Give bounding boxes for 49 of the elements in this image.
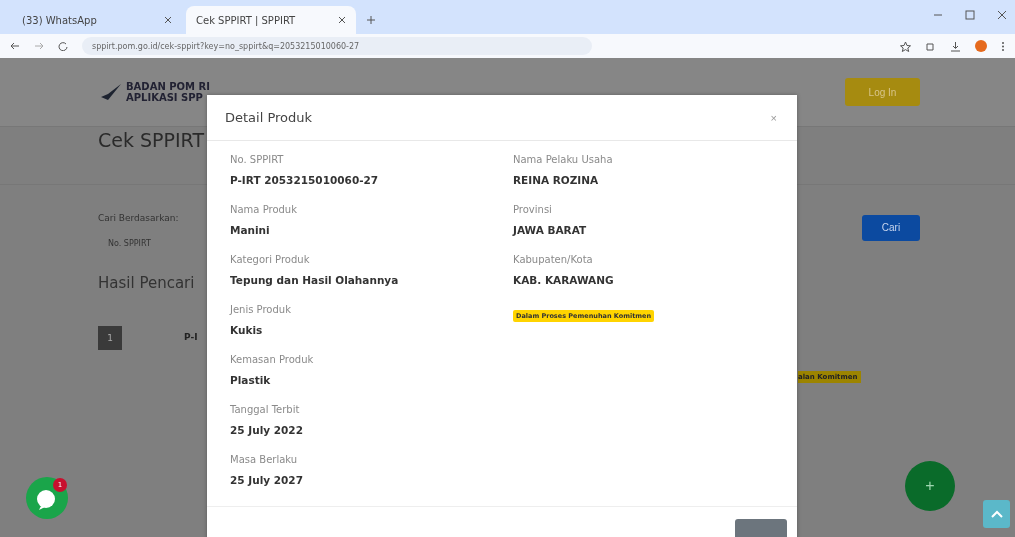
menu-icon[interactable] xyxy=(1001,40,1005,52)
address-bar[interactable]: sppirt.pom.go.id/cek-sppirt?key=no_sppirt&q=2053215010060-27 xyxy=(82,37,592,55)
tab-close-icon[interactable] xyxy=(164,16,172,24)
field-label: Nama Produk xyxy=(230,203,298,217)
close-button[interactable]: × xyxy=(768,109,779,126)
add-button[interactable]: + xyxy=(905,461,955,511)
field-value: JAWA BARAT xyxy=(513,223,588,237)
field-label: Kabupaten/Kota xyxy=(513,253,594,267)
search-type-select[interactable]: No. SPPIRT xyxy=(98,233,179,254)
browser-tab[interactable]: Cek SPPIRT | SPPIRT xyxy=(186,6,356,34)
field-label: Jenis Produk xyxy=(230,303,292,317)
field-value: 25 July 2022 xyxy=(230,423,304,437)
chat-icon[interactable] xyxy=(25,476,69,520)
chevron-up-icon xyxy=(990,510,1003,518)
field-value: Manini xyxy=(230,223,271,237)
star-icon[interactable] xyxy=(900,40,911,52)
results-heading: Hasil Pencari xyxy=(98,274,195,292)
field-label: Kemasan Produk xyxy=(230,353,315,367)
field-label: Provinsi xyxy=(513,203,553,217)
page-heading: Cek SPPIRT xyxy=(98,129,204,151)
field-value: 25 July 2027 xyxy=(230,473,304,487)
field-label: Masa Berlaku xyxy=(230,453,299,467)
search-button[interactable]: Cari xyxy=(862,214,920,241)
reload-icon[interactable] xyxy=(58,41,68,51)
dialog-title: Detail Produk xyxy=(225,110,313,125)
search-label: Cari Berdasarkan: xyxy=(98,213,179,223)
back-icon[interactable] xyxy=(10,41,20,51)
logo-subtitle: APLIKASI SPP xyxy=(126,92,204,103)
field-value: REINA ROZINA xyxy=(513,173,600,187)
field-value: Kukis xyxy=(230,323,264,337)
field-value: Tepung dan Hasil Olahannya xyxy=(230,273,400,287)
download-icon[interactable] xyxy=(950,40,961,52)
field-label: Kategori Produk xyxy=(230,253,311,267)
field-value: Plastik xyxy=(230,373,272,387)
result-code[interactable]: P-I xyxy=(184,332,198,342)
tab-close-icon[interactable] xyxy=(338,16,346,24)
restore-icon[interactable] xyxy=(965,10,975,20)
field-label: No. SPPIRT xyxy=(230,153,285,167)
field-value: P-IRT 2053215010060-27 xyxy=(230,173,380,187)
new-tab-icon[interactable] xyxy=(366,15,376,25)
profile-avatar[interactable] xyxy=(975,40,987,52)
logo-title: BADAN POM RI xyxy=(126,81,210,92)
field-label: Tanggal Terbit xyxy=(230,403,301,417)
browser-tab[interactable]: (33) WhatsApp xyxy=(12,6,182,34)
close-icon[interactable] xyxy=(997,10,1007,20)
field-value: KAB. KARAWANG xyxy=(513,273,615,287)
logo-icon xyxy=(100,83,122,101)
field-label: Nama Pelaku Usaha xyxy=(513,153,614,167)
result-number: 1 xyxy=(98,326,122,350)
